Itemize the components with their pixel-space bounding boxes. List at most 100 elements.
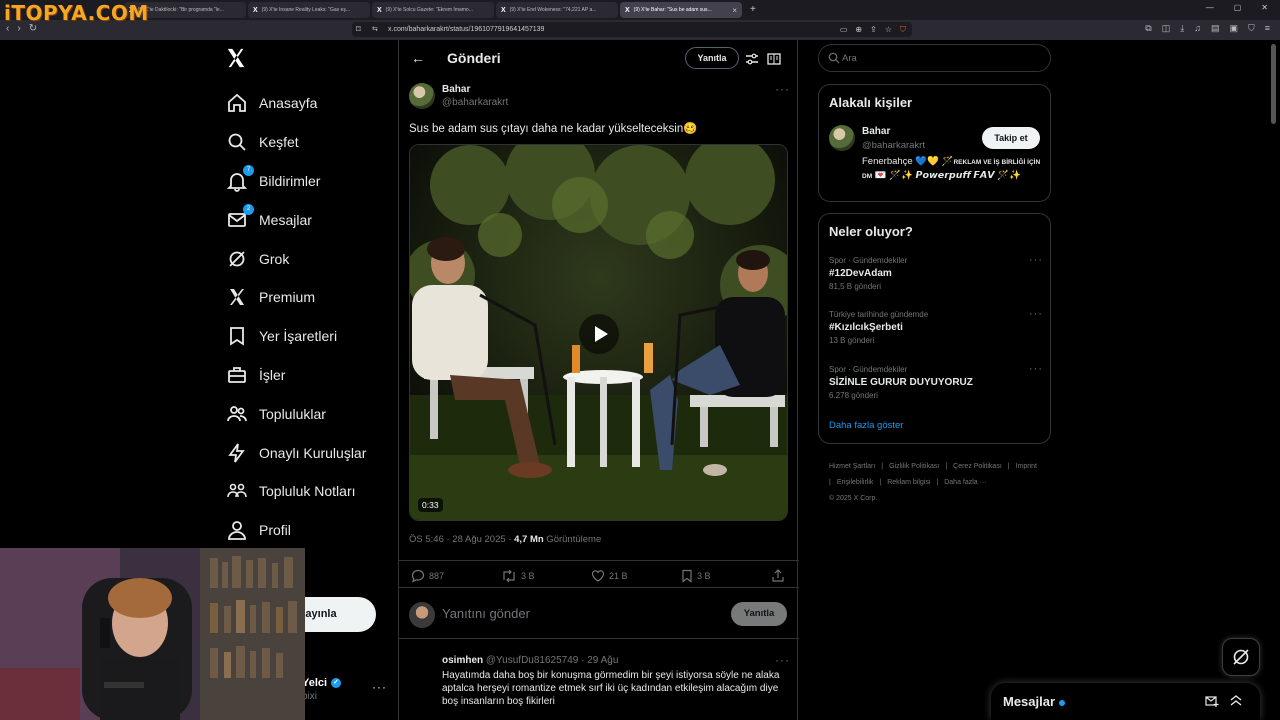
trend-more-icon[interactable]: ··· — [1029, 363, 1043, 375]
reply-input[interactable]: Yanıtını gönder — [442, 606, 530, 621]
tab-title: (9) X'te Insane Reality Leaks: "Gas eş..… — [261, 7, 350, 13]
share-action[interactable] — [771, 569, 789, 583]
grok-float-button[interactable] — [1222, 638, 1260, 676]
tab-list: X (9) X'te Daktilocki: "Bir programda "le… — [124, 2, 756, 18]
show-more-link[interactable]: Daha fazla göster — [829, 420, 903, 431]
footer-link[interactable]: Erişilebilirlik — [837, 479, 874, 486]
browser-tab-4[interactable]: X (9) X'te End Wokeness: "74,221 AP a... — [496, 2, 618, 18]
video-duration: 0:33 — [418, 498, 443, 512]
new-tab-icon[interactable]: + — [750, 2, 756, 18]
post-text: Sus be adam sus çıtayı daha ne kadar yük… — [409, 123, 698, 135]
extensions-icon[interactable]: ⧉ — [1145, 23, 1151, 34]
trend-item[interactable]: Türkiye tarihinde gündemde #KızılcıkŞerb… — [829, 310, 1039, 345]
bookmark-page-icon[interactable]: ⌑ — [356, 22, 361, 37]
vpn-icon[interactable]: ⛉ — [1248, 23, 1255, 34]
follow-button[interactable]: Takip et — [982, 127, 1040, 149]
sidebar-item-0[interactable]: Anasayfa — [226, 84, 366, 123]
sidebar-item-6[interactable]: Yer İşaretleri — [226, 317, 366, 356]
trend-more-icon[interactable]: ··· — [1029, 254, 1043, 266]
author-avatar[interactable] — [409, 83, 435, 109]
related-handle[interactable]: @baharkarakrt — [862, 140, 925, 151]
sidebar-item-4[interactable]: Grok — [226, 239, 366, 278]
search-icon — [226, 131, 248, 153]
new-message-icon[interactable] — [1205, 694, 1219, 708]
maximize-icon[interactable]: ▢ — [1234, 3, 1242, 12]
sidebar-item-10[interactable]: Topluluk Notları — [226, 472, 366, 511]
comment-author[interactable]: osimhen @YusufDu81625749 · 29 Ağu — [442, 655, 618, 666]
unread-dot — [1059, 699, 1066, 706]
related-name[interactable]: Bahar — [862, 126, 890, 137]
site-info-icon[interactable]: ⇆ — [372, 22, 378, 37]
related-avatar[interactable] — [829, 125, 855, 151]
author-handle[interactable]: @baharkarakrt — [442, 97, 508, 108]
tab-close-icon[interactable]: × — [732, 6, 737, 15]
trend-item[interactable]: Spor · Gündemdekiler SİZİNLE GURUR DUYUY… — [829, 365, 1039, 400]
sidebar-icon[interactable]: ▤ — [1211, 23, 1220, 34]
reply-action[interactable]: 887 — [411, 569, 444, 583]
music-icon[interactable]: ♫ — [1194, 23, 1201, 34]
footer-link[interactable]: Imprint — [1016, 463, 1037, 470]
screen-icon[interactable]: ▭ — [840, 22, 848, 37]
bookmark-action[interactable]: 3 B — [681, 569, 711, 583]
comment-more-icon[interactable]: ··· — [775, 653, 790, 667]
reply-header-button[interactable]: Yanıtla — [685, 47, 739, 69]
trend-name: #KızılcıkŞerbeti — [829, 322, 903, 333]
sidebar-item-5[interactable]: Premium — [226, 278, 366, 317]
browser-tab-5-active[interactable]: X (9) X'te Bahar: "Sus be adam sus... × — [620, 2, 742, 18]
filter-icon[interactable] — [745, 52, 759, 71]
author-name[interactable]: Bahar — [442, 84, 470, 95]
video-player[interactable]: 0:33 — [409, 144, 788, 521]
download-icon[interactable]: ⤓ — [1180, 23, 1184, 34]
bookmark-count: 3 B — [697, 571, 711, 581]
footer-link[interactable]: © 2025 X Corp. — [829, 495, 877, 502]
close-window-icon[interactable]: ✕ — [1261, 3, 1268, 12]
like-action[interactable]: 21 B — [591, 569, 628, 583]
menu-icon[interactable]: ≡ — [1265, 23, 1270, 34]
sidebar-item-7[interactable]: İşler — [226, 356, 366, 395]
footer-link[interactable]: Reklam bilgisi — [887, 479, 930, 486]
minimize-icon[interactable]: — — [1206, 3, 1214, 12]
shield-icon[interactable]: ⛉ — [900, 22, 906, 37]
footer-link[interactable]: Çerez Politikası — [953, 463, 1002, 470]
star-icon[interactable]: ☆ — [885, 22, 892, 37]
sidebar-item-11[interactable]: Profil — [226, 511, 366, 550]
wallet-icon[interactable]: ▣ — [1229, 23, 1238, 34]
my-avatar[interactable] — [409, 602, 435, 628]
share-icon[interactable]: ⇪ — [870, 22, 877, 37]
post-more-icon[interactable]: ··· — [775, 82, 790, 96]
lightning-icon — [226, 442, 248, 464]
sidebar-item-label: Onaylı Kuruluşlar — [259, 444, 367, 461]
footer-link[interactable]: Hizmet Şartları — [829, 463, 875, 470]
sidebar-item-3[interactable]: 2 Mesajlar — [226, 200, 366, 239]
sidebar-item-2[interactable]: 7 Bildirimler — [226, 162, 366, 201]
search-input[interactable]: Ara — [818, 44, 1051, 72]
bookmark-icon — [682, 569, 692, 583]
screenshot-icon[interactable]: ◫ — [1162, 23, 1171, 34]
trend-more-icon[interactable]: ··· — [1029, 308, 1043, 320]
sidebar-item-9[interactable]: Onaylı Kuruluşlar — [226, 433, 366, 472]
browser-tab-3[interactable]: X (9) X'te Solcu Gazete: "Ekrem İmamo... — [372, 2, 494, 18]
sidebar-item-1[interactable]: Keşfet — [226, 123, 366, 162]
address-bar[interactable]: ⌑ ⇆ x.com/baharkarakrt/status/1961077919… — [352, 22, 912, 37]
expand-icon[interactable] — [1229, 693, 1243, 707]
messages-drawer[interactable]: Mesajlar — [991, 683, 1260, 720]
x-favicon-icon: X — [501, 6, 506, 14]
page-scrollbar[interactable] — [1271, 44, 1276, 124]
footer-link[interactable]: Daha fazla ··· — [944, 479, 986, 486]
trend-name: SİZİNLE GURUR DUYUYORUZ — [829, 377, 973, 388]
reply-submit-button[interactable]: Yanıtla — [731, 602, 787, 626]
sidebar-item-label: Grok — [259, 250, 290, 267]
trend-item[interactable]: Spor · Gündemdekiler #12DevAdam 81,5 B g… — [829, 256, 1039, 291]
back-arrow-icon[interactable]: ← — [411, 50, 425, 66]
x-logo-icon[interactable] — [225, 47, 249, 71]
post-time[interactable]: ÖS 5:46 · 28 Ağu 2025 · — [409, 534, 514, 545]
sidebar-item-label: Yer İşaretleri — [259, 328, 338, 345]
zoom-icon[interactable]: ⊕ — [855, 22, 862, 37]
account-more-icon[interactable]: ··· — [372, 680, 387, 694]
reader-view-icon[interactable] — [767, 52, 781, 71]
play-icon[interactable] — [579, 314, 619, 354]
footer-link[interactable]: Gizlilik Politikası — [889, 463, 939, 470]
sidebar-item-8[interactable]: Topluluklar — [226, 394, 366, 433]
browser-tab-2[interactable]: X (9) X'te Insane Reality Leaks: "Gas eş.… — [248, 2, 370, 18]
repost-action[interactable]: 3 B — [501, 569, 535, 583]
